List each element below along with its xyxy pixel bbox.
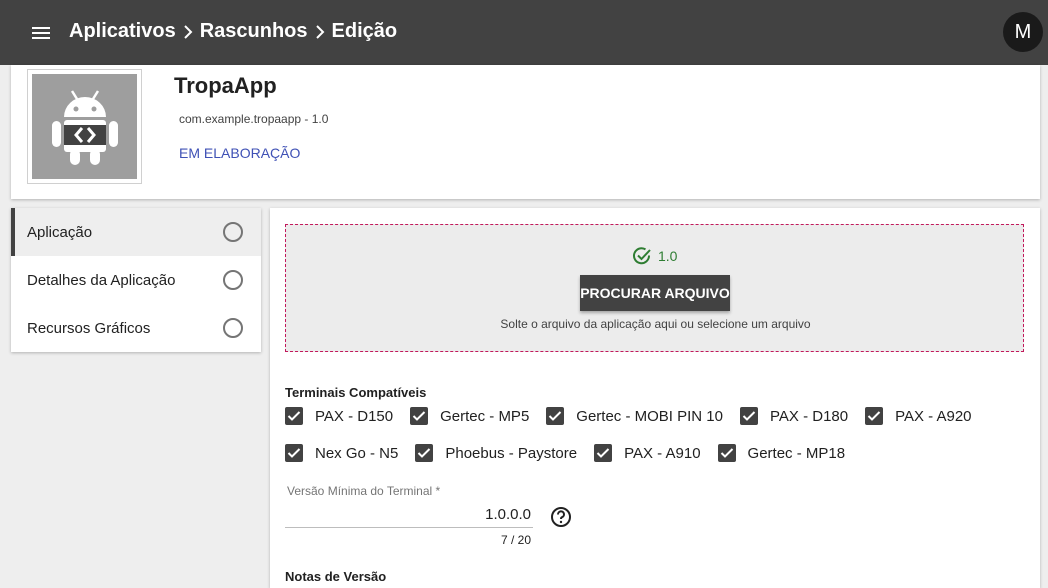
chevron-right-icon bbox=[308, 24, 332, 39]
min-version-label: Versão Mínima do Terminal * bbox=[287, 484, 441, 498]
checkbox-checked-icon bbox=[415, 444, 434, 462]
step-label: Detalhes da Aplicação bbox=[27, 271, 176, 289]
checkbox-label: Gertec - MP5 bbox=[440, 407, 530, 425]
step-label: Recursos Gráficos bbox=[27, 319, 151, 337]
breadcrumb-edicao[interactable]: Edição bbox=[332, 20, 398, 43]
file-dropzone[interactable]: 1.0 PROCURAR ARQUIVO Solte o arquivo da … bbox=[285, 224, 1024, 352]
checkbox-label: PAX - D150 bbox=[315, 407, 394, 425]
checkbox-checked-icon bbox=[717, 444, 736, 462]
checkbox-checked-icon bbox=[410, 407, 429, 425]
release-notes-title: Notas de Versão bbox=[285, 569, 387, 584]
checkbox-label: PAX - A920 bbox=[895, 407, 972, 425]
compatible-terminals-title: Terminais Compatíveis bbox=[285, 385, 427, 400]
min-version-counter: 7 / 20 bbox=[500, 533, 531, 547]
checkbox-label: Nex Go - N5 bbox=[315, 444, 399, 462]
terminal-checkbox-gertec-mp5[interactable]: Gertec - MP5 bbox=[410, 407, 529, 425]
terminal-checkbox-nex-go-n5[interactable]: Nex Go - N5 bbox=[285, 444, 398, 462]
checkbox-checked-icon bbox=[285, 444, 303, 462]
step-circle-icon bbox=[223, 318, 243, 338]
menu-icon[interactable] bbox=[32, 24, 52, 42]
breadcrumb-rascunhos[interactable]: Rascunhos bbox=[200, 20, 308, 43]
checkbox-label: PAX - D180 bbox=[770, 407, 849, 425]
app-icon-frame bbox=[27, 69, 142, 184]
checkbox-label: Phoebus - Paystore bbox=[445, 444, 578, 462]
checkbox-label: PAX - A910 bbox=[624, 444, 701, 462]
terminal-checkbox-gertec-mp18[interactable]: Gertec - MP18 bbox=[717, 444, 846, 462]
app-name: TropaApp bbox=[174, 73, 277, 98]
step-detalhes-aplicacao[interactable]: Detalhes da Aplicação bbox=[11, 256, 261, 304]
step-circle-icon bbox=[223, 222, 243, 242]
step-circle-icon bbox=[223, 270, 243, 290]
chevron-right-icon bbox=[176, 24, 200, 39]
terminal-checkbox-pax-a920[interactable]: PAX - A920 bbox=[865, 407, 972, 425]
terminal-checkbox-pax-a910[interactable]: PAX - A910 bbox=[594, 444, 701, 462]
checkbox-checked-icon bbox=[740, 407, 758, 425]
app-package-version: com.example.tropaapp - 1.0 bbox=[179, 112, 329, 126]
uploaded-version: 1.0 bbox=[632, 246, 677, 266]
step-label: Aplicação bbox=[27, 223, 93, 241]
checkbox-checked-icon bbox=[546, 407, 565, 425]
check-circle-icon bbox=[633, 247, 651, 265]
terminal-checkbox-pax-d150[interactable]: PAX - D150 bbox=[285, 407, 393, 425]
checkbox-label: Gertec - MOBI PIN 10 bbox=[576, 407, 723, 425]
help-icon[interactable] bbox=[550, 506, 572, 528]
terminals-row-1: PAX - D150 Gertec - MP5 Gertec - MOBI PI… bbox=[285, 407, 989, 425]
terminal-checkbox-pax-d180[interactable]: PAX - D180 bbox=[740, 407, 848, 425]
main-panel: 1.0 PROCURAR ARQUIVO Solte o arquivo da … bbox=[270, 208, 1040, 588]
step-aplicacao[interactable]: Aplicação bbox=[11, 208, 261, 256]
terminals-row-2: Nex Go - N5 Phoebus - Paystore PAX - A91… bbox=[285, 444, 862, 462]
terminal-checkbox-phoebus-paystore[interactable]: Phoebus - Paystore bbox=[415, 444, 577, 462]
checkbox-checked-icon bbox=[865, 407, 884, 425]
app-header-card: TropaApp com.example.tropaapp - 1.0 EM E… bbox=[11, 65, 1040, 199]
checkbox-label: Gertec - MP18 bbox=[747, 444, 846, 462]
dropzone-hint: Solte o arquivo da aplicação aqui ou sel… bbox=[500, 317, 811, 331]
android-robot-icon bbox=[32, 74, 137, 179]
breadcrumb-aplicativos[interactable]: Aplicativos bbox=[69, 20, 176, 43]
breadcrumb: Aplicativos Rascunhos Edição bbox=[69, 20, 397, 43]
browse-file-button[interactable]: PROCURAR ARQUIVO bbox=[580, 275, 730, 311]
avatar[interactable]: M bbox=[1003, 12, 1043, 52]
stepper-nav: Aplicação Detalhes da Aplicação Recursos… bbox=[11, 208, 261, 352]
step-recursos-graficos[interactable]: Recursos Gráficos bbox=[11, 304, 261, 352]
status-badge: EM ELABORAÇÃO bbox=[179, 145, 301, 161]
min-version-input[interactable] bbox=[285, 502, 533, 528]
terminal-checkbox-gertec-mobi-pin-10[interactable]: Gertec - MOBI PIN 10 bbox=[546, 407, 723, 425]
checkbox-checked-icon bbox=[285, 407, 303, 425]
version-text: 1.0 bbox=[658, 248, 678, 264]
checkbox-checked-icon bbox=[594, 444, 613, 462]
top-app-bar: Aplicativos Rascunhos Edição M bbox=[0, 0, 1048, 65]
